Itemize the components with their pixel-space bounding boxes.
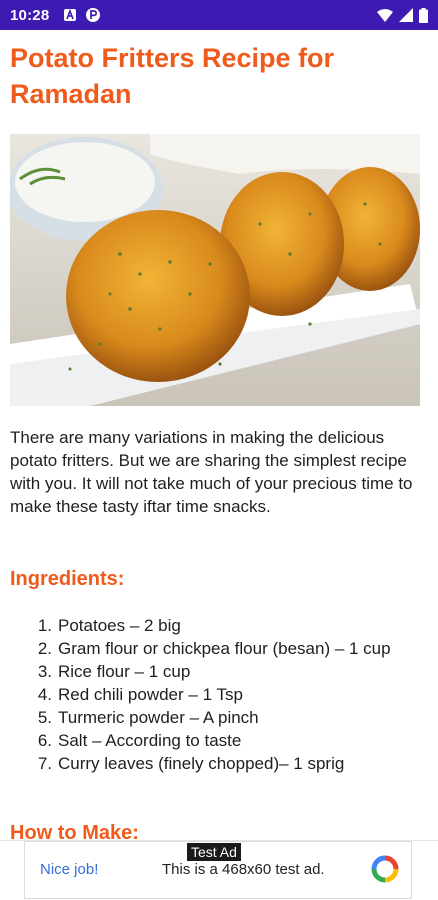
- fritters-photo: [10, 134, 420, 406]
- battery-icon: [419, 7, 428, 23]
- list-item: 4. Red chili powder – 1 Tsp: [0, 683, 420, 706]
- list-item: 3. Rice flour – 1 cup: [0, 660, 420, 683]
- article-content[interactable]: Potato Fritters Recipe for Ramadan There…: [0, 30, 438, 840]
- status-bar: 10:28: [0, 0, 438, 30]
- ingredients-heading: Ingredients:: [10, 568, 125, 590]
- list-item: 2. Gram flour or chickpea flour (besan) –…: [0, 637, 420, 660]
- status-time: 10:28: [10, 6, 50, 24]
- item-number: 4.: [37, 685, 52, 704]
- test-ad-badge: Test Ad: [187, 843, 241, 861]
- item-number: 3.: [37, 662, 52, 681]
- signal-icon: [399, 8, 413, 22]
- item-text: Rice flour – 1 cup: [58, 662, 191, 681]
- status-notifications: [63, 7, 101, 23]
- notification-a-icon: [64, 8, 77, 21]
- list-item: 6. Salt – According to taste: [0, 729, 420, 752]
- recipe-title: Potato Fritters Recipe for Ramadan: [10, 43, 335, 109]
- notification-p-icon: [86, 8, 101, 22]
- item-text: Salt – According to taste: [58, 731, 242, 750]
- item-text: Gram flour or chickpea flour (besan) – 1…: [58, 639, 391, 658]
- dip-logo-icon[interactable]: [371, 855, 399, 883]
- intro-paragraph: There are many variations in making the …: [10, 428, 413, 516]
- list-item: 7. Curry leaves (finely chopped)– 1 sprig: [0, 752, 420, 775]
- ad-description: This is a 468x60 test ad.: [162, 861, 325, 878]
- list-item: 1. Potatoes – 2 big: [0, 614, 420, 637]
- item-number: 2.: [37, 639, 52, 658]
- ingredients-list: 1. Potatoes – 2 big 2. Gram flour or chick…: [0, 614, 420, 775]
- item-number: 6.: [37, 731, 52, 750]
- item-number: 7.: [37, 754, 52, 773]
- status-system-icons: [377, 7, 428, 23]
- item-text: Curry leaves (finely chopped)– 1 sprig: [58, 754, 345, 773]
- wifi-icon: [377, 9, 393, 22]
- ad-cta-link[interactable]: Nice job!: [40, 860, 98, 880]
- item-text: Potatoes – 2 big: [58, 616, 181, 635]
- item-text: Turmeric powder – A pinch: [58, 708, 259, 727]
- item-text: Red chili powder – 1 Tsp: [58, 685, 243, 704]
- list-item: 5. Turmeric powder – A pinch: [0, 706, 420, 729]
- item-number: 5.: [37, 708, 52, 727]
- item-number: 1.: [37, 616, 52, 635]
- how-to-make-heading: How to Make:: [10, 822, 139, 840]
